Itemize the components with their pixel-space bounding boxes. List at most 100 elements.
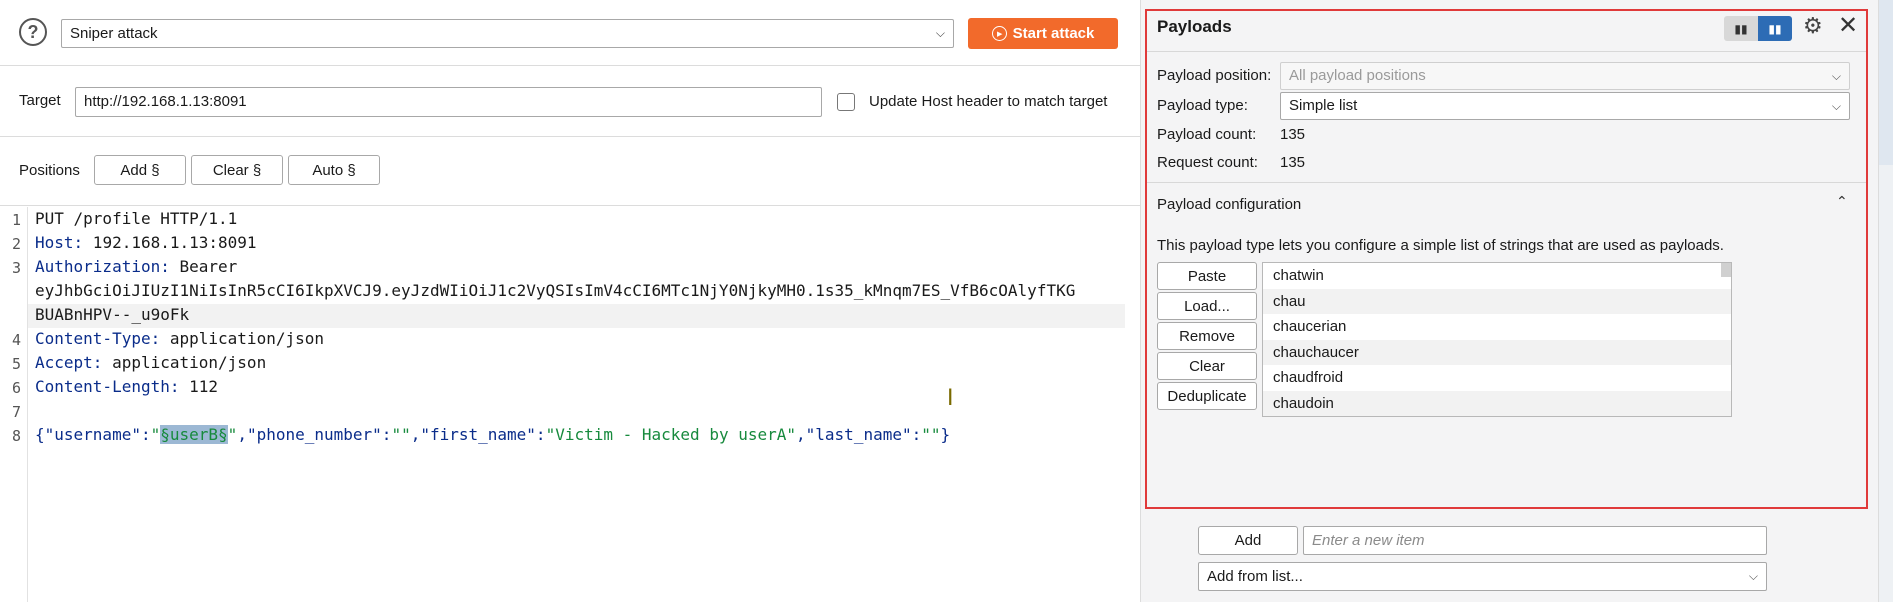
update-host-label: Update Host header to match target [869,93,1108,110]
payload-type-label: Payload type: [1157,97,1248,114]
header-value: application/json [102,353,267,372]
clear-markers-button[interactable]: Clear § [191,155,283,185]
payload-count-value: 135 [1280,126,1306,143]
line-number: 2 [12,235,22,253]
payloads-panel: Payloads ▮▮ ▮▮ ⚙ ✕ Payload position: All… [1145,9,1868,509]
target-url-input[interactable]: http://192.168.1.13:8091 [75,87,822,117]
side-tab-bar [1878,0,1893,602]
payload-type-value: Simple list [1289,97,1358,114]
config-description: This payload type lets you configure a s… [1157,237,1724,254]
side-tab-payloads[interactable] [1879,0,1893,165]
remove-button[interactable]: Remove [1157,322,1257,350]
line-number: 1 [12,211,22,229]
token-text: eyJhbGciOiJIUzI1NiIsInR5cCI6IkpXVCJ9.eyJ… [35,281,1076,300]
json-text: ,"phone_number": [237,425,392,444]
help-icon[interactable]: ? [19,18,47,46]
line-number: 8 [12,427,22,445]
intruder-positions-pane: ? Sniper attack ⌵ ▶ Start attack Target … [0,0,1140,602]
request-count-label: Request count: [1157,154,1258,171]
token-text: BUABnHPV--_u9oFk [35,305,190,324]
layout-split-icon[interactable]: ▮▮ [1758,16,1792,41]
list-item[interactable]: chau [1263,288,1731,315]
list-scrollbar[interactable] [1721,263,1731,277]
chevron-down-icon: ⌵ [935,26,945,40]
header-key: Content-Length: [35,377,180,396]
deduplicate-button[interactable]: Deduplicate [1157,382,1257,410]
payload-count-label: Payload count: [1157,126,1257,143]
payload-position-value: All payload positions [1289,67,1426,84]
divider [0,205,1140,206]
layout-list-icon[interactable]: ▮▮ [1724,16,1758,41]
layout-toggle[interactable]: ▮▮ ▮▮ [1724,16,1792,41]
json-text: } [940,425,951,444]
list-item[interactable]: chaudfroid [1263,365,1731,391]
chevron-down-icon: ⌵ [1748,569,1758,583]
header-line-wrap: BUABnHPV--_u9oFk [35,305,189,324]
payload-position-select[interactable]: All payload positions ⌵ [1280,62,1850,90]
header-key: Host: [35,233,84,252]
json-text: "" [391,425,411,444]
list-item[interactable]: chaucerian [1263,314,1731,340]
update-host-checkbox[interactable] [837,93,855,111]
line-number: 4 [12,331,22,349]
line-number: 3 [12,259,22,277]
text-cursor-icon: I [947,386,954,411]
header-key: Accept: [35,353,103,372]
line-number: 5 [12,355,22,373]
chevron-up-icon[interactable]: ⌃ [1836,193,1848,210]
add-item-button[interactable]: Add [1198,526,1298,555]
payload-position-label: Payload position: [1157,67,1272,84]
divider [0,136,1140,137]
body-line: {"username":"§userB§","phone_number":"",… [35,425,950,444]
current-line-highlight [28,304,1125,328]
add-from-list-value: Add from list... [1207,568,1303,585]
attack-type-select[interactable]: Sniper attack ⌵ [61,19,954,48]
json-text: " [150,425,161,444]
json-text: "" [921,425,941,444]
request-line: PUT /profile HTTP/1.1 [35,209,237,228]
chevron-down-icon: ⌵ [1831,69,1841,83]
line-number: 7 [12,403,22,421]
payload-list[interactable]: chatwin chau chaucerian chauchaucer chau… [1262,262,1732,417]
panel-title: Payloads [1157,17,1232,36]
chevron-down-icon: ⌵ [1831,99,1841,113]
json-text: ,"first_name": [410,425,546,444]
request-count-value: 135 [1280,154,1306,171]
auto-markers-button[interactable]: Auto § [288,155,380,185]
start-attack-label: Start attack [1012,25,1095,42]
add-from-list-select[interactable]: Add from list... ⌵ [1198,562,1767,591]
play-icon: ▶ [991,26,1007,41]
divider [1147,51,1866,52]
divider [1147,182,1866,183]
header-value: 112 [179,377,219,396]
request-line-text: PUT /profile HTTP/1.1 [35,209,238,228]
header-line-wrap: eyJhbGciOiJIUzI1NiIsInR5cCI6IkpXVCJ9.eyJ… [35,281,1075,300]
gear-icon[interactable]: ⚙ [1803,13,1823,39]
paste-button[interactable]: Paste [1157,262,1257,290]
section-title: Payload configuration [1157,196,1302,213]
load-button[interactable]: Load... [1157,292,1257,320]
header-value: application/json [160,329,324,348]
new-item-input[interactable]: Enter a new item [1303,526,1767,555]
list-item[interactable]: chaudoin [1263,390,1731,416]
header-line: Accept: application/json [35,353,266,372]
list-item[interactable]: chauchaucer [1263,339,1731,366]
header-line: Host: 192.168.1.13:8091 [35,233,257,252]
header-line: Content-Type: application/json [35,329,324,348]
close-icon[interactable]: ✕ [1838,11,1858,40]
request-editor[interactable]: 1 2 3 4 5 6 7 8 PUT /profile HTTP/1.1 Ho… [0,207,1140,602]
start-attack-button[interactable]: ▶ Start attack [968,18,1118,49]
header-value: 192.168.1.13:8091 [83,233,257,252]
json-text: ,"last_name": [796,425,922,444]
positions-label: Positions [19,162,80,179]
json-text: {"username": [35,425,151,444]
target-label: Target [19,92,61,109]
json-text: "Victim - Hacked by userA" [545,425,797,444]
list-item[interactable]: chatwin [1263,263,1731,289]
header-line: Content-Length: 112 [35,377,218,396]
header-value: Bearer [169,257,238,276]
payload-marker[interactable]: §userB§ [160,425,228,444]
clear-button[interactable]: Clear [1157,352,1257,380]
payload-type-select[interactable]: Simple list ⌵ [1280,92,1850,120]
add-marker-button[interactable]: Add § [94,155,186,185]
